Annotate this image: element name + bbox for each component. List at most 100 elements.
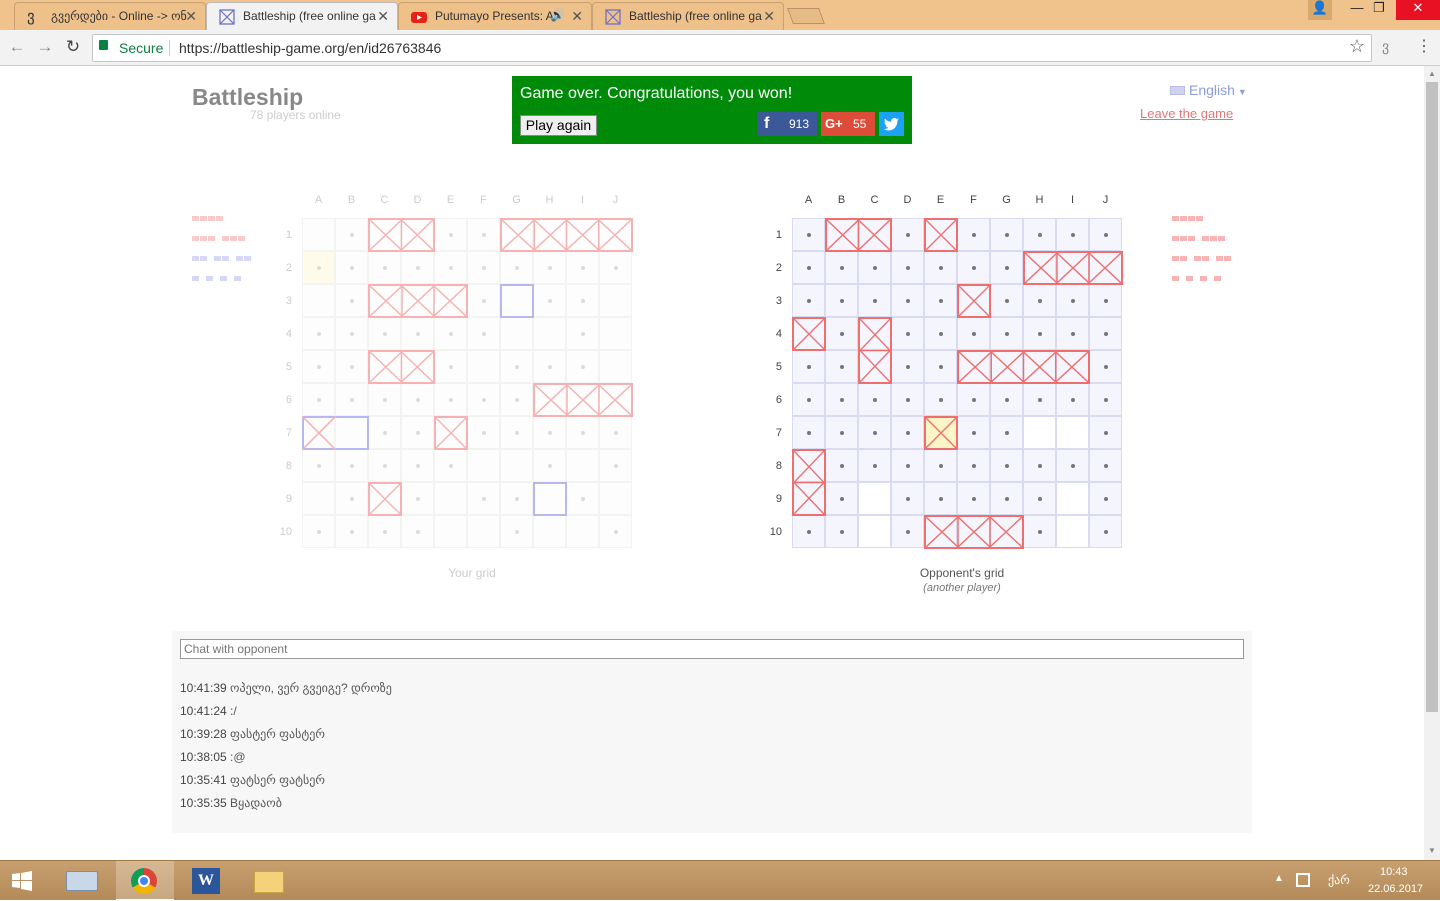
grid-cell[interactable] <box>924 251 957 284</box>
close-icon[interactable]: ✕ <box>763 8 775 25</box>
grid-cell[interactable] <box>990 482 1023 515</box>
grid-cell[interactable] <box>891 482 924 515</box>
close-icon[interactable]: ✕ <box>571 8 583 25</box>
close-icon[interactable]: ✕ <box>377 8 389 25</box>
grid-cell[interactable] <box>957 416 990 449</box>
new-tab-button[interactable] <box>787 8 825 24</box>
grid-cell[interactable] <box>792 350 825 383</box>
tab-2[interactable]: Battleship (free online ga ✕ <box>206 2 398 30</box>
grid-cell[interactable] <box>858 449 891 482</box>
grid-cell[interactable] <box>858 383 891 416</box>
chat-input[interactable] <box>180 639 1244 659</box>
menu-icon[interactable]: ⋮ <box>1416 36 1432 56</box>
grid-cell[interactable] <box>957 218 990 251</box>
scroll-down-icon[interactable]: ▼ <box>1428 846 1436 855</box>
star-icon[interactable]: ☆ <box>1349 36 1365 57</box>
address-bar[interactable]: Secure https://battleship-game.org/en/id… <box>92 34 1372 62</box>
grid-cell[interactable] <box>825 482 858 515</box>
grid-cell[interactable] <box>825 317 858 350</box>
grid-cell[interactable] <box>858 416 891 449</box>
grid-cell[interactable] <box>924 284 957 317</box>
grid-cell[interactable] <box>1089 218 1122 251</box>
grid-cell[interactable] <box>957 449 990 482</box>
grid-cell[interactable] <box>1089 317 1122 350</box>
leave-game-link[interactable]: Leave the game <box>1140 106 1233 121</box>
grid-cell[interactable] <box>1056 383 1089 416</box>
scrollbar-thumb[interactable] <box>1426 82 1438 712</box>
extension-icon[interactable]: ვ <box>1382 38 1389 55</box>
grid-cell[interactable] <box>891 449 924 482</box>
speaker-icon[interactable]: 🔊 <box>550 8 565 22</box>
grid-cell[interactable] <box>891 350 924 383</box>
grid-cell[interactable] <box>1023 482 1056 515</box>
close-icon[interactable]: ✕ <box>185 8 197 25</box>
grid-cell[interactable] <box>891 317 924 350</box>
grid-cell[interactable] <box>825 284 858 317</box>
grid-cell[interactable] <box>1056 482 1089 515</box>
grid-cell[interactable] <box>858 251 891 284</box>
grid-cell[interactable] <box>1089 515 1122 548</box>
tab-3[interactable]: Putumayo Presents: A 🔊 ✕ <box>398 2 592 30</box>
grid-cell[interactable] <box>891 383 924 416</box>
tab-1[interactable]: ვ გვერდები - Online -> ონ ✕ <box>14 2 206 30</box>
scroll-up-icon[interactable]: ▲ <box>1428 69 1436 78</box>
grid-cell[interactable] <box>990 449 1023 482</box>
grid-cell[interactable] <box>1056 284 1089 317</box>
grid-cell[interactable] <box>1023 515 1056 548</box>
restore-button[interactable]: ❐ <box>1364 0 1394 20</box>
gplus-share[interactable]: G+ 55 <box>821 112 875 136</box>
grid-cell[interactable] <box>891 251 924 284</box>
grid-cell[interactable] <box>891 218 924 251</box>
reload-button[interactable]: ↻ <box>62 36 84 58</box>
grid-cell[interactable] <box>1023 383 1056 416</box>
back-button[interactable]: ← <box>6 36 28 58</box>
grid-cell[interactable] <box>825 515 858 548</box>
grid-cell[interactable] <box>1089 449 1122 482</box>
grid-cell[interactable] <box>1056 515 1089 548</box>
grid-cell[interactable] <box>1089 482 1122 515</box>
forward-button[interactable]: → <box>34 36 56 58</box>
grid-cell[interactable] <box>957 317 990 350</box>
facebook-share[interactable]: f 913 <box>757 112 817 136</box>
taskbar-explorer[interactable] <box>240 861 298 901</box>
grid-cell[interactable] <box>1089 416 1122 449</box>
grid-cell[interactable] <box>891 416 924 449</box>
twitter-share[interactable] <box>879 112 904 136</box>
language-selector[interactable]: English ▼ <box>1170 82 1247 98</box>
site-logo[interactable]: Battleship <box>192 84 303 111</box>
grid-cell[interactable] <box>990 317 1023 350</box>
grid-cell[interactable] <box>990 284 1023 317</box>
grid-cell[interactable] <box>1056 317 1089 350</box>
grid-cell[interactable] <box>924 383 957 416</box>
grid-cell[interactable] <box>825 383 858 416</box>
grid-cell[interactable] <box>825 350 858 383</box>
page-scrollbar[interactable]: ▲ ▼ <box>1424 66 1440 860</box>
grid-cell[interactable] <box>990 383 1023 416</box>
play-again-button[interactable]: Play again <box>520 115 597 136</box>
grid-cell[interactable] <box>792 284 825 317</box>
profile-icon[interactable]: 👤 <box>1308 0 1332 20</box>
input-language[interactable]: ქარ <box>1328 873 1350 887</box>
grid-cell[interactable] <box>1089 284 1122 317</box>
grid-cell[interactable] <box>990 416 1023 449</box>
grid-cell[interactable] <box>792 383 825 416</box>
grid-cell[interactable] <box>1089 350 1122 383</box>
grid-cell[interactable] <box>858 482 891 515</box>
grid-cell[interactable] <box>1023 218 1056 251</box>
grid-cell[interactable] <box>1023 317 1056 350</box>
grid-cell[interactable] <box>957 251 990 284</box>
grid-cell[interactable] <box>924 482 957 515</box>
grid-cell[interactable] <box>858 284 891 317</box>
grid-cell[interactable] <box>957 482 990 515</box>
grid-cell[interactable] <box>990 218 1023 251</box>
grid-cell[interactable] <box>792 515 825 548</box>
network-icon[interactable] <box>1296 873 1310 887</box>
grid-cell[interactable] <box>1023 449 1056 482</box>
grid-cell[interactable] <box>1023 416 1056 449</box>
grid-cell[interactable] <box>891 515 924 548</box>
grid-cell[interactable] <box>1089 383 1122 416</box>
grid-cell[interactable] <box>1056 218 1089 251</box>
grid-cell[interactable] <box>792 218 825 251</box>
grid-cell[interactable] <box>1056 416 1089 449</box>
grid-cell[interactable] <box>1023 284 1056 317</box>
